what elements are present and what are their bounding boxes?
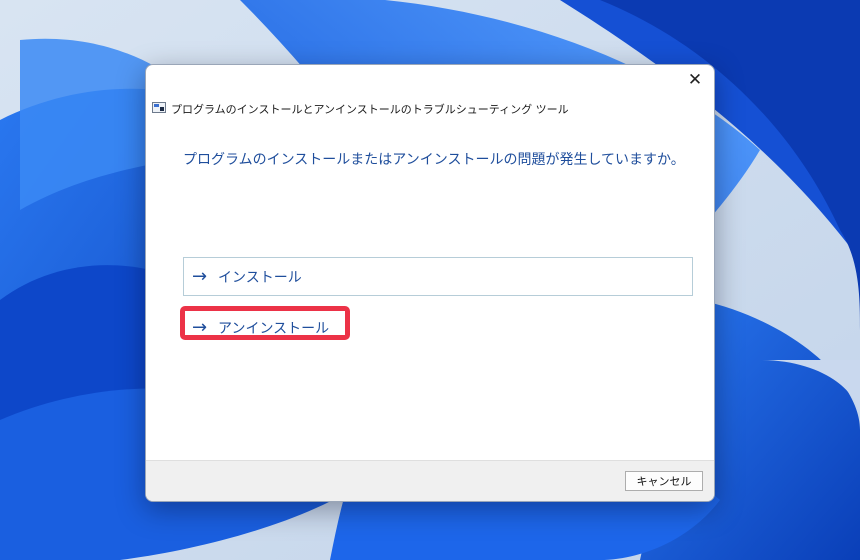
arrow-right-icon: → (192, 266, 208, 287)
uninstall-option-label: アンインストール (218, 320, 330, 337)
close-icon: ✕ (687, 70, 703, 90)
close-button[interactable]: ✕ (684, 69, 706, 91)
troubleshooter-dialog: ✕ プログラムのインストールとアンインストールのトラブルシューティング ツール … (145, 64, 715, 502)
dialog-footer: キャンセル (146, 460, 714, 501)
cancel-button-label: キャンセル (636, 475, 692, 488)
arrow-right-icon: → (192, 317, 208, 338)
uninstall-option[interactable]: → アンインストール (183, 308, 693, 347)
cancel-button[interactable]: キャンセル (625, 471, 703, 491)
app-icon (152, 102, 166, 113)
install-option[interactable]: → インストール (183, 257, 693, 296)
install-option-label: インストール (218, 269, 302, 286)
window-title: プログラムのインストールとアンインストールのトラブルシューティング ツール (171, 103, 569, 116)
question-text: プログラムのインストールまたはアンインストールの問題が発生していますか。 (183, 152, 685, 168)
